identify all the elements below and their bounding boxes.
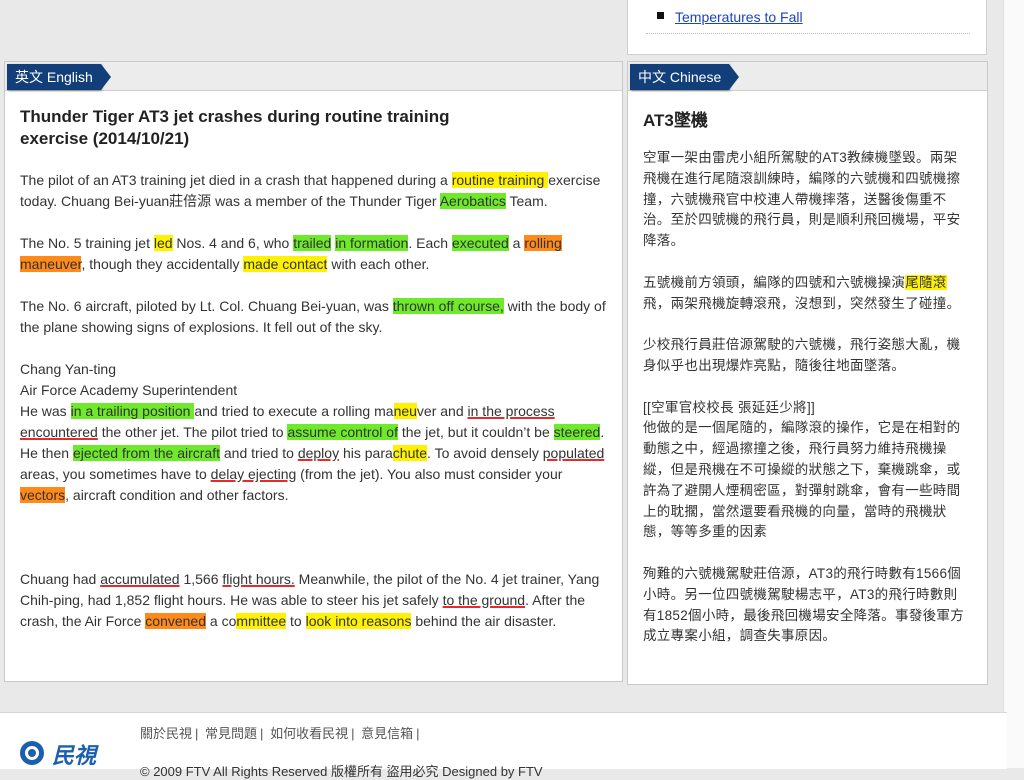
text-run: 五號機前方領頭，編隊的四號和六號機操演 [643, 274, 906, 290]
site-footer: 關於民視 | 常見問題 | 如何收看民視 | 意見信箱 | 民視 © 2009 FTV … [0, 712, 1007, 779]
vocab-highlight: look into reasons [305, 613, 412, 629]
vocab-highlight: ejected from the aircraft [72, 445, 220, 461]
chinese-article-body: 空軍一架由雷虎小組所駕駛的AT3教練機墜毀。兩架飛機在進行尾隨滾訓練時，編隊的六… [643, 148, 968, 647]
text-run: with each other. [327, 256, 430, 272]
vocab-underline: populated [542, 445, 605, 461]
vocab-underline: delay ejecting [210, 466, 297, 482]
text-run: the jet, but it couldn’t be [397, 424, 554, 440]
related-link-temperatures[interactable]: Temperatures to Fall [675, 9, 803, 25]
text-run: and tried to [220, 445, 298, 461]
footer-separator: | [416, 726, 420, 741]
page-scrollbar[interactable] [1003, 0, 1024, 768]
text-run: He was [20, 403, 71, 419]
vocab-highlight: made contact [243, 256, 328, 272]
related-links-panel: Temperatures to Fall [627, 0, 987, 55]
chinese-tab-bar: 中文 Chinese [628, 62, 987, 91]
vocab-underline: to the ground [442, 592, 526, 608]
vocab-highlight: steered [553, 424, 601, 440]
text-run: The No. 5 training jet [20, 235, 154, 251]
footer-link-faq[interactable]: 常見問題 [205, 726, 257, 741]
english-article-body: The pilot of an AT3 training jet died in… [20, 170, 610, 632]
tab-chinese[interactable]: 中文 Chinese [630, 64, 740, 90]
text-run: areas, you sometimes have to [20, 466, 211, 482]
text-run: behind the air disaster. [411, 613, 557, 629]
text-run: . Each [408, 235, 452, 251]
bullet-icon [657, 12, 664, 19]
text-run: and tried to execute a rolling ma [194, 403, 394, 419]
text-run: 1,566 [179, 571, 223, 587]
chinese-paragraph-4: 他做的是一個尾隨的，編隊滾的操作，它是在相對的動態之中，經過擦撞之後，飛行員努力… [643, 420, 961, 540]
vocab-highlight: in formation [335, 235, 409, 251]
vocab-highlight: vectors [20, 487, 66, 503]
text-run: 飛，兩架飛機旋轉滾飛，沒想到，突然發生了碰撞。 [643, 295, 961, 311]
footer-link-how-to-watch[interactable]: 如何收看民視 [270, 726, 348, 741]
chinese-paragraph-3: 少校飛行員莊倍源駕駛的六號機，飛行姿態大亂，機身似乎也出現爆炸亮點，隨後往地面墜… [643, 337, 961, 373]
text-run: Nos. 4 and 6, who [172, 235, 294, 251]
vocab-highlight: chute [392, 445, 428, 461]
english-paragraph-4: He was in a trailing position and tried … [20, 401, 610, 506]
english-panel: 英文 English Thunder Tiger AT3 jet crashes… [4, 61, 623, 682]
text-run: , aircraft condition and other factors. [65, 487, 289, 503]
text-run: Team. [505, 193, 548, 209]
vocab-highlight: thrown off course, [392, 298, 504, 314]
vocab-highlight: led [153, 235, 173, 251]
vocab-highlight: executed [451, 235, 509, 251]
speaker-role: Air Force Academy Superintendent [20, 382, 238, 398]
text-run: the other jet. The pilot tried to [97, 424, 288, 440]
chinese-paragraph-5: 殉難的六號機駕駛莊倍源，AT3的飛行時數有1566個小時。另一位四號機駕駛楊志平… [643, 565, 965, 644]
vocab-underline: deploy [297, 445, 340, 461]
vocab-highlight: convened [145, 613, 206, 629]
vocab-underline: flight hours. [222, 571, 295, 587]
text-run: a co [206, 613, 237, 629]
vocab-highlight: 尾隨滾 [905, 274, 947, 290]
footer-separator: | [195, 726, 199, 741]
text-run: his para [339, 445, 393, 461]
text-run: a [508, 235, 525, 251]
chinese-paragraph-1: 空軍一架由雷虎小組所駕駛的AT3教練機墜毀。兩架飛機在進行尾隨滾訓練時，編隊的六… [643, 150, 961, 249]
dotted-divider [646, 33, 970, 34]
copyright-text: © 2009 FTV All Rights Reserved 版權所有 盜用必究… [140, 764, 543, 779]
text-run: . To avoid densely [427, 445, 543, 461]
vocab-underline: accumulated [100, 571, 180, 587]
chinese-panel: 中文 Chinese AT3墜機 空軍一架由雷虎小組所駕駛的AT3教練機墜毀。兩… [627, 61, 988, 685]
vocab-highlight: Aerobatics [439, 193, 506, 209]
footer-links: 關於民視 | 常見問題 | 如何收看民視 | 意見信箱 | [140, 723, 423, 742]
vocab-highlight: mmittee [236, 613, 287, 629]
text-run: The pilot of an AT3 training jet died in… [20, 172, 452, 188]
vocab-highlight: neu [393, 403, 417, 419]
text-run: Chuang had [20, 571, 101, 587]
english-paragraph-1: The pilot of an AT3 training jet died in… [20, 170, 610, 212]
chinese-headline: AT3墜機 [643, 111, 708, 130]
text-run: The No. 6 aircraft, piloted by Lt. Col. … [20, 298, 393, 314]
svg-text:民視: 民視 [52, 744, 99, 769]
footer-link-about[interactable]: 關於民視 [140, 726, 192, 741]
tab-english[interactable]: 英文 English [7, 64, 111, 90]
vocab-highlight: in a trailing position [70, 403, 195, 419]
footer-separator: | [260, 726, 264, 741]
english-paragraph-3: The No. 6 aircraft, piloted by Lt. Col. … [20, 296, 610, 338]
vocab-highlight: assume control of [287, 424, 398, 440]
text-run: , though they accidentally [81, 256, 244, 272]
english-paragraph-2: The No. 5 training jet led Nos. 4 and 6,… [20, 233, 610, 275]
chinese-paragraph-2: 五號機前方領頭，編隊的四號和六號機操演尾隨滾飛，兩架飛機旋轉滾飛，沒想到，突然發… [643, 273, 968, 315]
english-tab-bar: 英文 English [5, 62, 622, 91]
english-paragraph-5: Chuang had accumulated 1,566 flight hour… [20, 569, 610, 632]
footer-link-feedback[interactable]: 意見信箱 [361, 726, 413, 741]
chinese-speaker: [[空軍官校校長 張延廷少將]] [643, 399, 816, 415]
vocab-highlight: routine training [451, 172, 549, 188]
vocab-highlight: trailed [293, 235, 332, 251]
text-run: (from the jet). You also must consider y… [296, 466, 563, 482]
english-headline: Thunder Tiger AT3 jet crashes during rou… [20, 107, 450, 148]
text-run: to [286, 613, 306, 629]
speaker-name: Chang Yan-ting [20, 361, 116, 377]
text-run: ver and [416, 403, 468, 419]
footer-separator: | [351, 726, 355, 741]
